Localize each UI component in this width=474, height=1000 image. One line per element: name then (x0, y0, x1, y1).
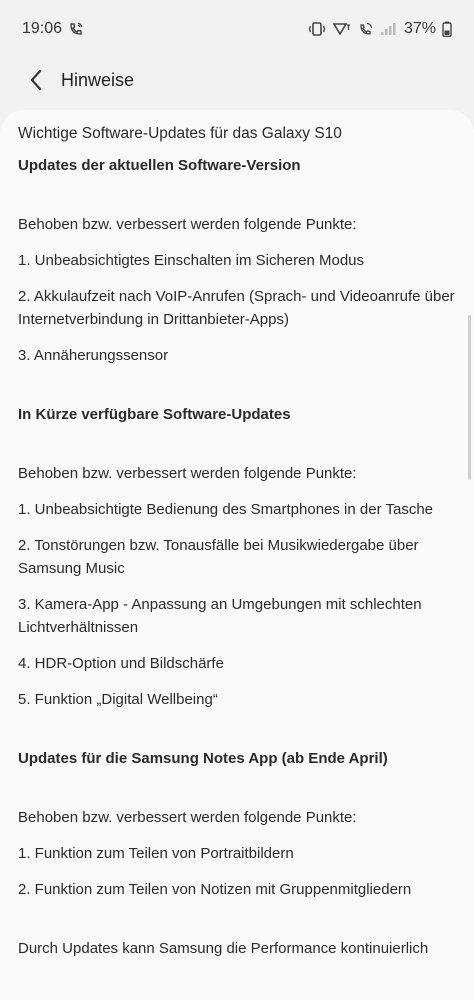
article-footer-text: Durch Updates kann Samsung die Performan… (18, 940, 429, 957)
chevron-left-icon (30, 69, 42, 91)
status-time: 19:06 (22, 20, 63, 37)
list-item: 4. HDR-Option und Bildschärfe (18, 655, 224, 672)
section-heading: Updates der aktuellen Software-Version (18, 157, 301, 174)
signal-icon (380, 21, 398, 37)
section-lead: Behoben bzw. verbessert werden folgende … (18, 465, 357, 482)
list-item: 1. Funktion zum Teilen von Portraitbilde… (18, 845, 294, 862)
list-item: 3. Kamera-App - Anpassung an Umgebungen … (18, 596, 422, 636)
wifi-calling-status-icon (358, 21, 374, 37)
app-header: Hinweise (0, 58, 474, 102)
vibrate-icon (308, 21, 326, 37)
section-lead: Behoben bzw. verbessert werden folgende … (18, 216, 357, 233)
battery-icon (442, 21, 452, 37)
battery-percent: 37% (403, 20, 436, 37)
wifi-calling-icon (68, 21, 84, 37)
section-heading: Updates für die Samsung Notes App (ab En… (18, 750, 388, 767)
notes-content-card[interactable]: Wichtige Software-Updates für das Galaxy… (0, 110, 474, 1000)
list-item: 1. Unbeabsichtigtes Einschalten im Siche… (18, 252, 365, 269)
section-heading: In Kürze verfügbare Software-Updates (18, 406, 291, 423)
status-right: 37% (308, 20, 452, 38)
page-title: Hinweise (61, 69, 135, 90)
list-item: 2. Funktion zum Teilen von Notizen mit G… (18, 881, 412, 898)
scroll-indicator[interactable] (468, 315, 471, 480)
list-item: 1. Unbeabsichtigte Bedienung des Smartph… (18, 501, 433, 518)
back-button[interactable] (16, 60, 56, 100)
status-bar: 19:06 37% (0, 0, 474, 58)
list-item: 2. Tonstörungen bzw. Tonausfälle bei Mus… (18, 537, 419, 577)
notes-article: Wichtige Software-Updates für das Galaxy… (0, 110, 474, 960)
list-item: 5. Funktion „Digital Wellbeing“ (18, 691, 218, 708)
article-intro: Wichtige Software-Updates für das Galaxy… (18, 125, 342, 142)
section-lead: Behoben bzw. verbessert werden folgende … (18, 809, 357, 826)
list-item: 3. Annäherungssensor (18, 347, 169, 364)
list-item: 2. Akkulaufzeit nach VoIP-Anrufen (Sprac… (18, 288, 455, 328)
volte-icon (332, 21, 352, 37)
status-left: 19:06 (22, 20, 84, 38)
